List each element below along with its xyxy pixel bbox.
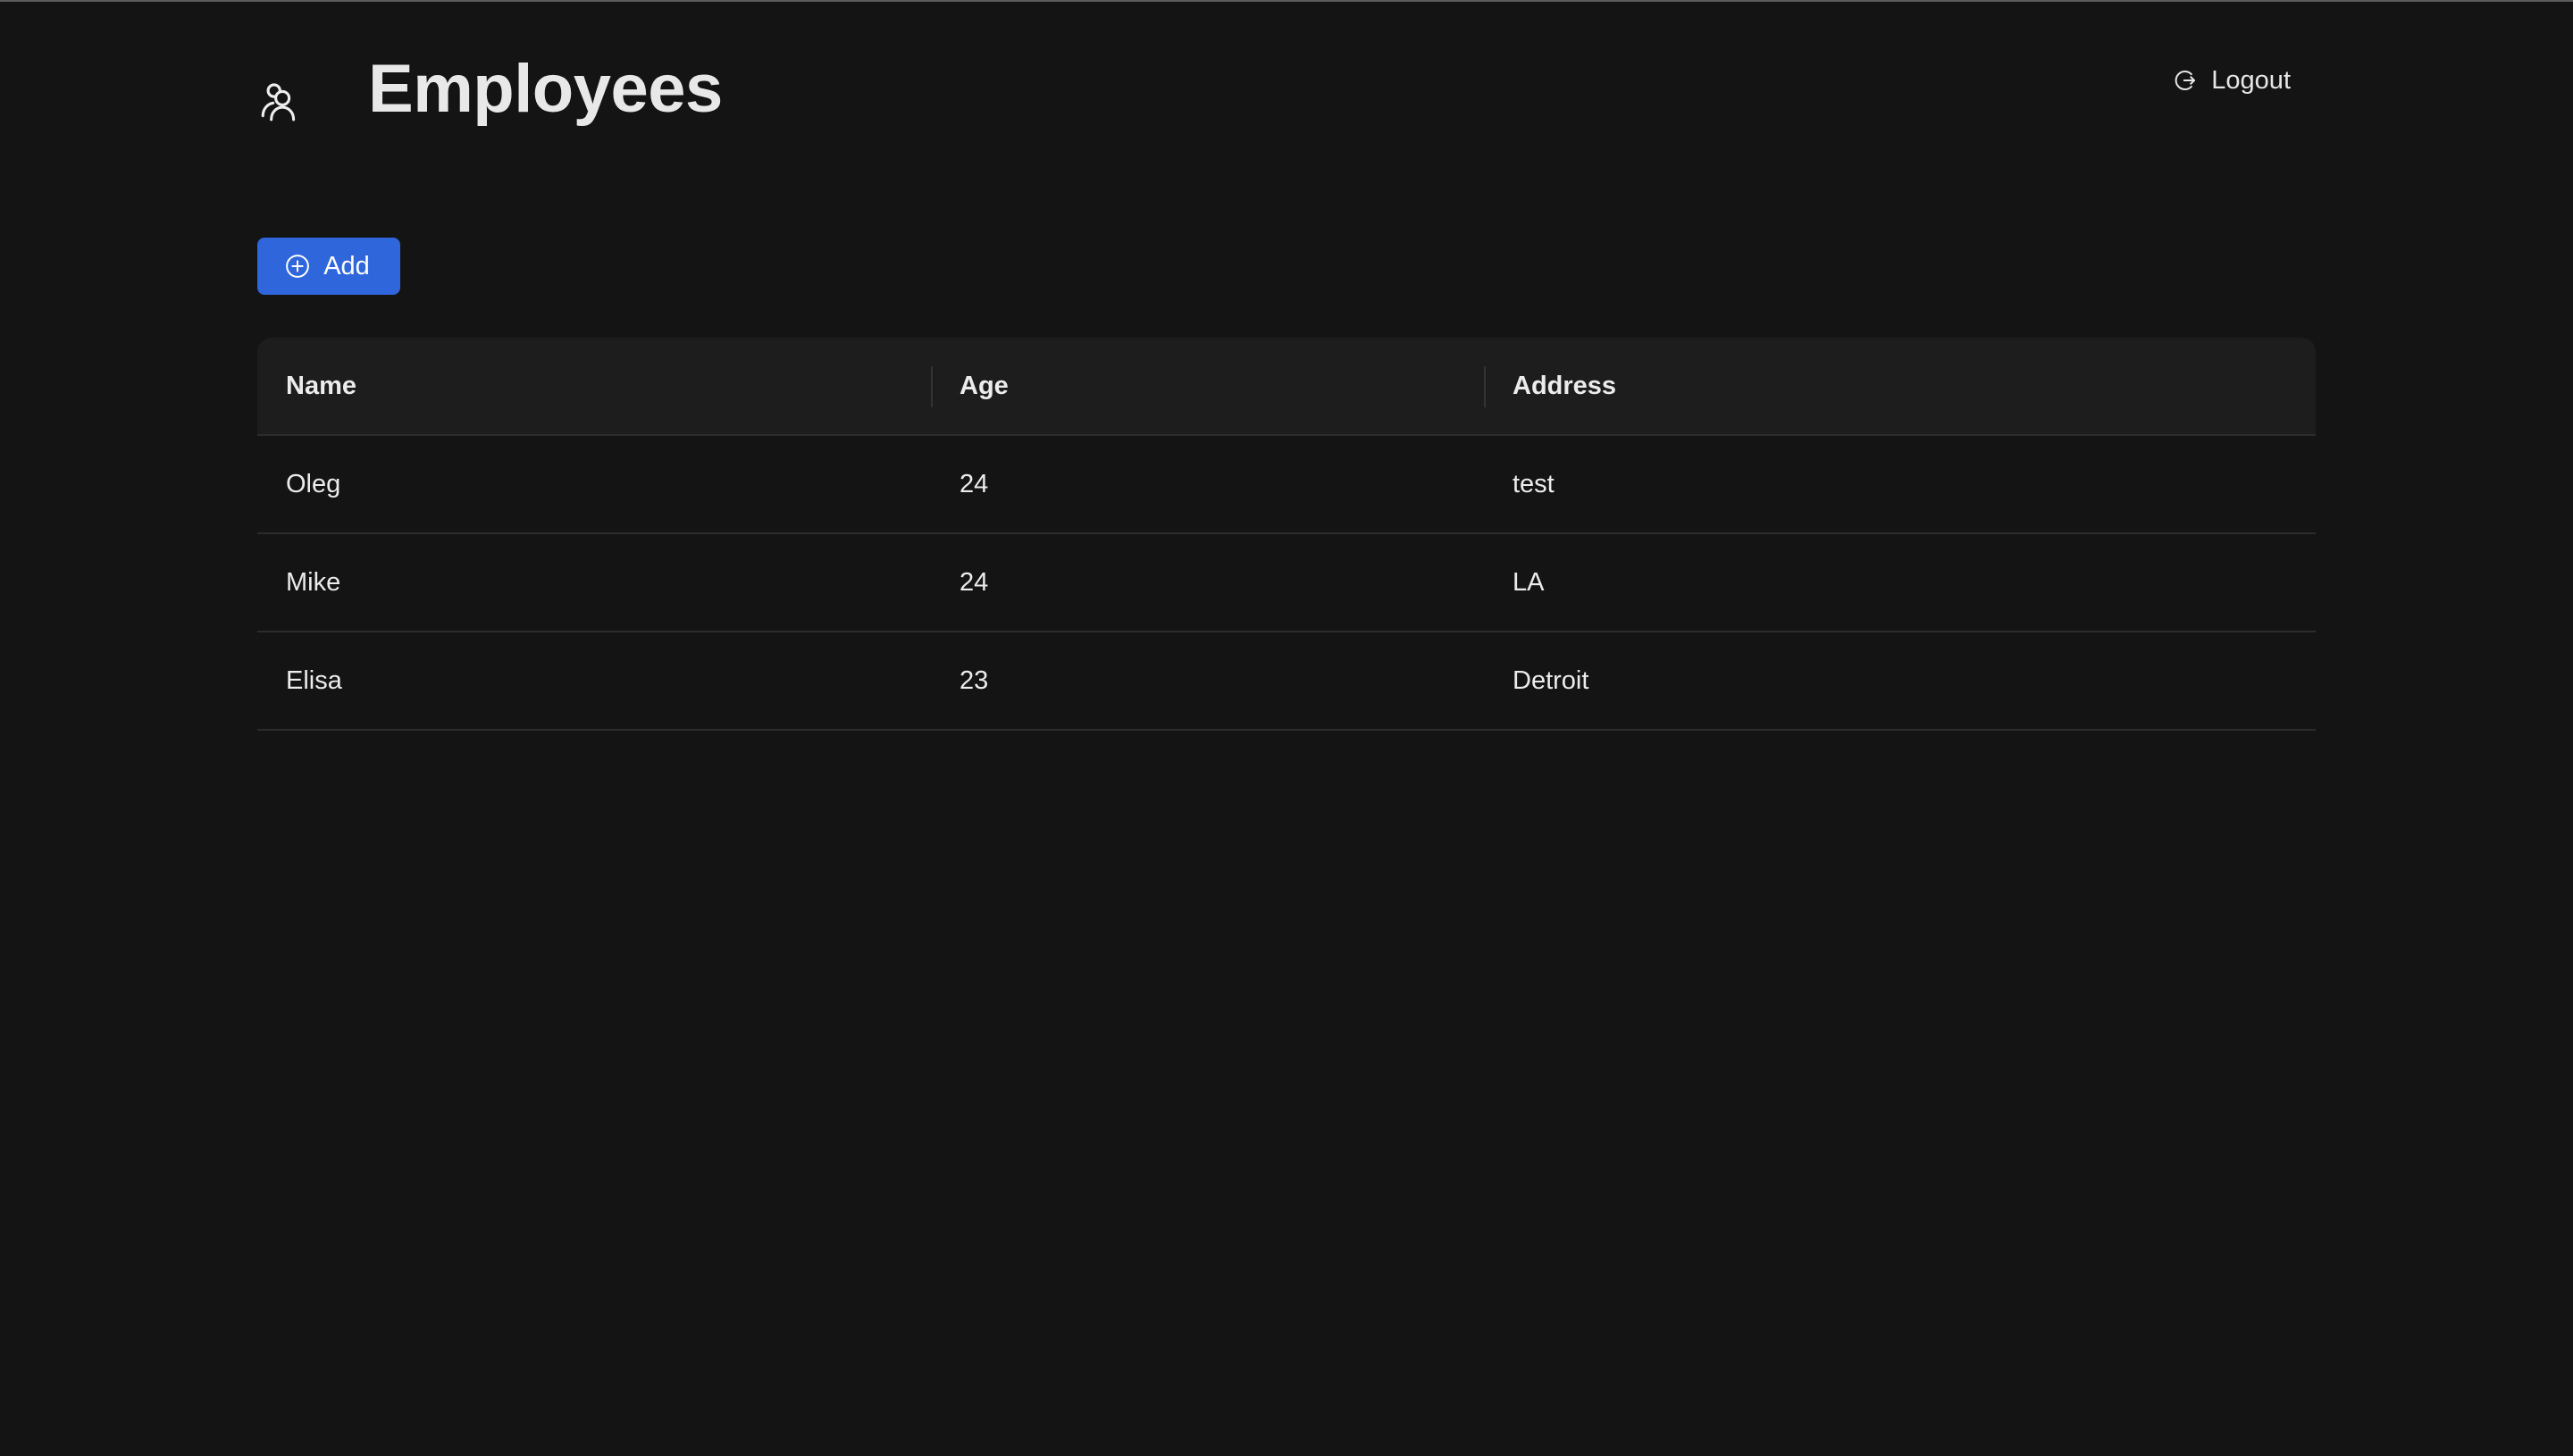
- column-header-name[interactable]: Name: [257, 338, 931, 434]
- team-icon: [257, 79, 302, 123]
- plus-circle-icon: [284, 253, 311, 280]
- cell-name: Oleg: [286, 469, 341, 498]
- cell-name: Mike: [286, 567, 341, 597]
- cell-name: Elisa: [286, 665, 342, 695]
- table-row[interactable]: Oleg 24 test: [257, 436, 2316, 534]
- cell-age: 24: [960, 469, 989, 498]
- table-row[interactable]: Elisa 23 Detroit: [257, 632, 2316, 731]
- page-title: Employees: [368, 51, 723, 127]
- cell-age: 24: [960, 567, 989, 597]
- page-header: Employees Logout: [257, 0, 2316, 179]
- column-header-address[interactable]: Address: [1484, 338, 2316, 434]
- page: Employees Logout Add Name Age Address Ol…: [257, 0, 2316, 1456]
- logout-label: Logout: [2211, 65, 2291, 95]
- cell-address: test: [1513, 469, 1555, 498]
- employees-table: Name Age Address Oleg 24 test Mike 24 LA…: [257, 338, 2316, 731]
- cell-address: LA: [1513, 567, 1545, 597]
- column-header-age[interactable]: Age: [931, 338, 1484, 434]
- add-button[interactable]: Add: [257, 238, 400, 295]
- logout-icon: [2172, 67, 2199, 94]
- table-header-row: Name Age Address: [257, 338, 2316, 436]
- add-button-label: Add: [323, 251, 370, 280]
- cell-address: Detroit: [1513, 665, 1589, 695]
- logout-button[interactable]: Logout: [2172, 63, 2291, 98]
- cell-age: 23: [960, 665, 989, 695]
- table-row[interactable]: Mike 24 LA: [257, 534, 2316, 632]
